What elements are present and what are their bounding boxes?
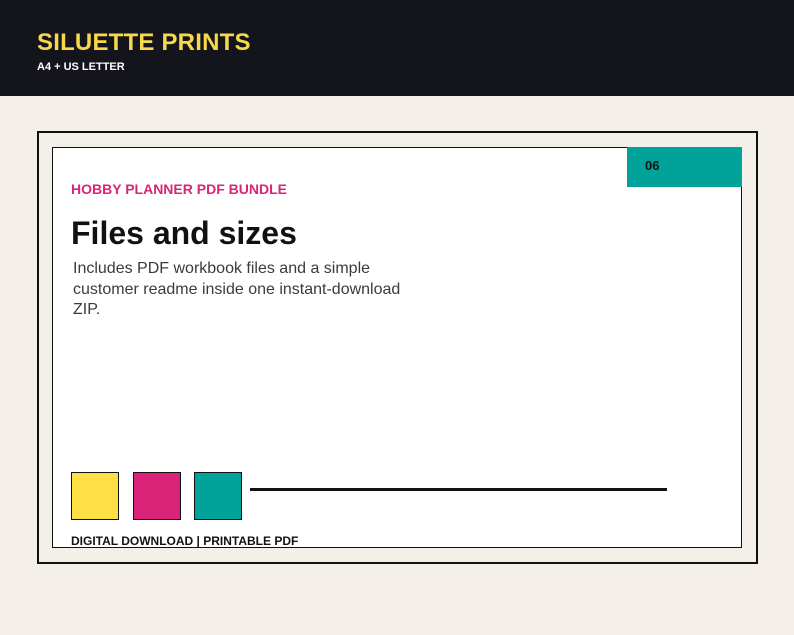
paper-sizes-label: A4 + US LETTER: [37, 61, 125, 73]
header-bar: SILUETTE PRINTS A4 + US LETTER: [0, 0, 794, 96]
footer-label: DIGITAL DOWNLOAD | PRINTABLE PDF: [71, 534, 299, 548]
divider-line: [250, 488, 667, 491]
product-eyebrow: HOBBY PLANNER PDF BUNDLE: [71, 181, 287, 197]
teal-color-swatch: [194, 472, 242, 520]
yellow-color-swatch: [71, 472, 119, 520]
page-number: 06: [645, 158, 660, 173]
pink-color-swatch: [133, 472, 181, 520]
page-title: Files and sizes: [71, 215, 297, 251]
brand-name: SILUETTE PRINTS: [37, 29, 251, 56]
description-text: Includes PDF workbook files and a simple…: [73, 260, 401, 318]
